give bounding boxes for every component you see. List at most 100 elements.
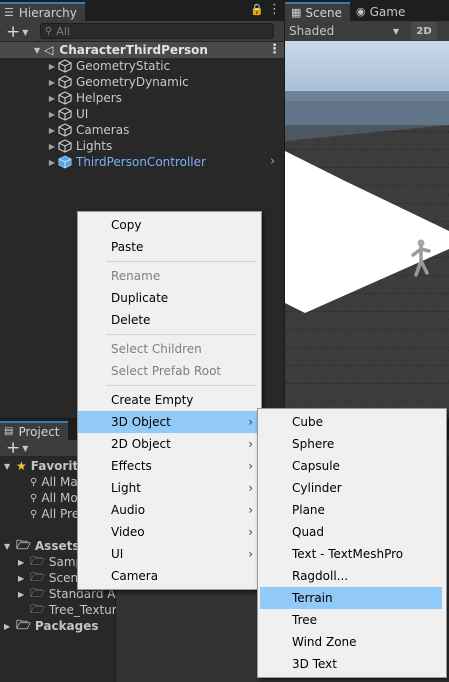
submenu-item-ragdoll[interactable]: Ragdoll... [260, 565, 442, 587]
tree-item-label: ThirdPersonController [76, 155, 206, 169]
packages-row[interactable]: ▶ 🗁 Packages [4, 618, 99, 634]
submenu-item-cube[interactable]: Cube [260, 411, 442, 433]
project-tab-label: Project [18, 424, 60, 439]
chevron-right-icon[interactable]: ▶ [46, 78, 58, 87]
chevron-right-icon[interactable]: ▶ [46, 126, 58, 135]
menu-item-label: 3D Object [111, 415, 171, 429]
submenu-3d-object: Cube Sphere Capsule Cylinder Plane Quad … [257, 408, 447, 678]
lock-icon[interactable]: 🔒 [250, 3, 264, 16]
tab-scene[interactable]: ▦ Scene [285, 2, 350, 21]
scene-header-row[interactable]: ▼ ◁ CharacterThirdPerson ⋮ [0, 42, 284, 58]
chevron-down-icon[interactable]: ▼ [4, 542, 16, 551]
menu-separator [106, 261, 256, 262]
chevron-right-icon[interactable]: ▶ [46, 94, 58, 103]
shading-mode-label: Shaded [289, 24, 335, 38]
menu-item-light[interactable]: Light › [78, 477, 261, 499]
tree-item-geometrydynamic[interactable]: ▶ GeometryDynamic [0, 74, 284, 90]
menu-item-label: 2D Object [111, 437, 171, 451]
submenu-item-3d-text[interactable]: 3D Text [260, 653, 442, 675]
shading-mode-dropdown[interactable]: Shaded ▼ [285, 22, 405, 40]
chevron-right-icon[interactable]: ▶ [46, 158, 58, 167]
tree-item-lights[interactable]: ▶ Lights [0, 138, 284, 154]
submenu-item-label: Capsule [292, 459, 340, 473]
gameobject-cube-icon [58, 139, 72, 153]
toggle-2d-button[interactable]: 2D [411, 22, 437, 40]
submenu-item-label: Quad [292, 525, 325, 539]
scene-toolbar: Shaded ▼ 2D [285, 21, 449, 42]
add-button-label: + [6, 438, 21, 458]
tree-item-label: GeometryDynamic [76, 75, 189, 89]
menu-item-label: Create Empty [111, 393, 194, 407]
chevron-right-icon[interactable]: ▶ [4, 622, 16, 631]
submenu-item-capsule[interactable]: Capsule [260, 455, 442, 477]
project-add-button[interactable]: + ▼ [6, 438, 28, 458]
menu-item-create-empty[interactable]: Create Empty [78, 389, 261, 411]
toggle-2d-label: 2D [416, 25, 432, 37]
tree-item-geometrystatic[interactable]: ▶ GeometryStatic [0, 58, 284, 74]
chevron-down-icon[interactable]: ▼ [4, 462, 16, 471]
tab-game[interactable]: ◉ Game [350, 2, 413, 21]
submenu-item-label: Tree [292, 613, 318, 627]
search-icon: ⚲ [30, 492, 38, 504]
menu-item-effects[interactable]: Effects › [78, 455, 261, 477]
tab-hierarchy[interactable]: ☰ Hierarchy [0, 2, 85, 21]
add-dropdown-button[interactable]: + ▼ [6, 22, 28, 42]
submenu-item-textmeshpro[interactable]: Text - TextMeshPro [260, 543, 442, 565]
chevron-right-icon: › [248, 481, 253, 495]
submenu-item-label: Ragdoll... [292, 569, 349, 583]
search-input[interactable]: ⚲ All [40, 23, 274, 39]
tree-item-label: UI [76, 107, 89, 121]
submenu-item-quad[interactable]: Quad [260, 521, 442, 543]
menu-item-paste[interactable]: Paste [78, 236, 261, 258]
menu-item-label: Camera [111, 569, 159, 583]
more-options-icon[interactable]: ⋮ [268, 2, 281, 17]
search-placeholder: All [56, 24, 70, 38]
tree-item-helpers[interactable]: ▶ Helpers [0, 90, 284, 106]
tree-item-cameras[interactable]: ▶ Cameras [0, 122, 284, 138]
chevron-right-icon[interactable]: ▶ [18, 590, 30, 599]
scene-viewport[interactable] [285, 41, 449, 418]
chevron-right-icon: › [248, 503, 253, 517]
chevron-right-icon: › [248, 437, 253, 451]
gameobject-cube-icon [58, 59, 72, 73]
menu-item-copy[interactable]: Copy [78, 214, 261, 236]
submenu-item-tree[interactable]: Tree [260, 609, 442, 631]
chevron-right-icon[interactable]: ▶ [46, 110, 58, 119]
more-options-icon[interactable]: ⋮ [268, 42, 281, 57]
chevron-right-icon[interactable]: ▶ [18, 574, 30, 583]
submenu-item-label: Sphere [292, 437, 335, 451]
chevron-right-icon[interactable]: › [270, 154, 275, 169]
submenu-item-cylinder[interactable]: Cylinder [260, 477, 442, 499]
submenu-item-wind-zone[interactable]: Wind Zone [260, 631, 442, 653]
menu-item-audio[interactable]: Audio › [78, 499, 261, 521]
submenu-item-label: Text - TextMeshPro [292, 547, 404, 561]
submenu-item-label: Plane [292, 503, 325, 517]
chevron-right-icon: › [248, 547, 253, 561]
menu-item-duplicate[interactable]: Duplicate [78, 287, 261, 309]
menu-item-ui[interactable]: UI › [78, 543, 261, 565]
menu-item-label: Select Prefab Root [111, 364, 222, 378]
menu-separator [106, 334, 256, 335]
menu-item-video[interactable]: Video › [78, 521, 261, 543]
submenu-item-plane[interactable]: Plane [260, 499, 442, 521]
menu-item-label: Duplicate [111, 291, 169, 305]
menu-item-3d-object[interactable]: 3D Object › [78, 411, 261, 433]
menu-item-delete[interactable]: Delete [78, 309, 261, 331]
chevron-right-icon[interactable]: ▶ [46, 62, 58, 71]
submenu-item-sphere[interactable]: Sphere [260, 433, 442, 455]
chevron-right-icon[interactable]: ▶ [18, 558, 30, 567]
chevron-right-icon: › [248, 459, 253, 473]
chevron-right-icon: › [248, 415, 253, 429]
tree-item-ui[interactable]: ▶ UI [0, 106, 284, 122]
chevron-right-icon[interactable]: ▶ [46, 142, 58, 151]
tree-item-thirdpersoncontroller[interactable]: ▶ ThirdPersonController › [0, 154, 284, 170]
search-icon: ⚲ [45, 25, 53, 37]
submenu-item-terrain[interactable]: Terrain [260, 587, 442, 609]
menu-item-2d-object[interactable]: 2D Object › [78, 433, 261, 455]
chevron-down-icon[interactable]: ▼ [34, 46, 40, 55]
menu-item-label: Effects [111, 459, 152, 473]
menu-item-label: Copy [111, 218, 142, 232]
menu-item-camera[interactable]: Camera [78, 565, 261, 587]
hierarchy-toolbar: + ▼ ⚲ All [0, 21, 284, 42]
menu-item-label: Paste [111, 240, 144, 254]
